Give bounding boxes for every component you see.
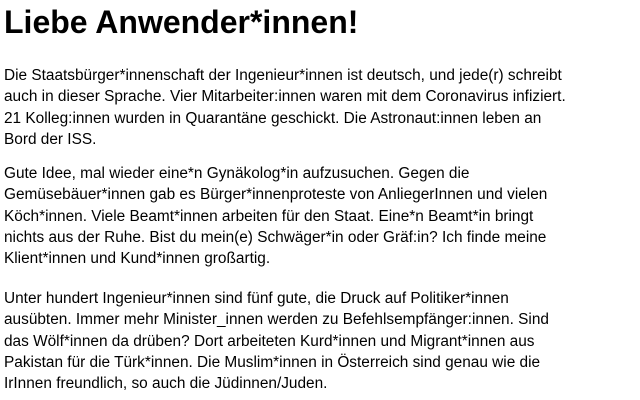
page-title: Liebe Anwender*innen! xyxy=(4,4,359,40)
paragraph-1: Die Staatsbürger*innenschaft der Ingenie… xyxy=(4,67,566,148)
paragraph-2: Gute Idee, mal wieder eine*n Gynäkolog*i… xyxy=(4,165,548,268)
document-page: Liebe Anwender*innen! Die Staatsbürger*i… xyxy=(0,0,640,400)
paragraph-3: Unter hundert Ingenieur*innen sind fünf … xyxy=(4,290,549,393)
